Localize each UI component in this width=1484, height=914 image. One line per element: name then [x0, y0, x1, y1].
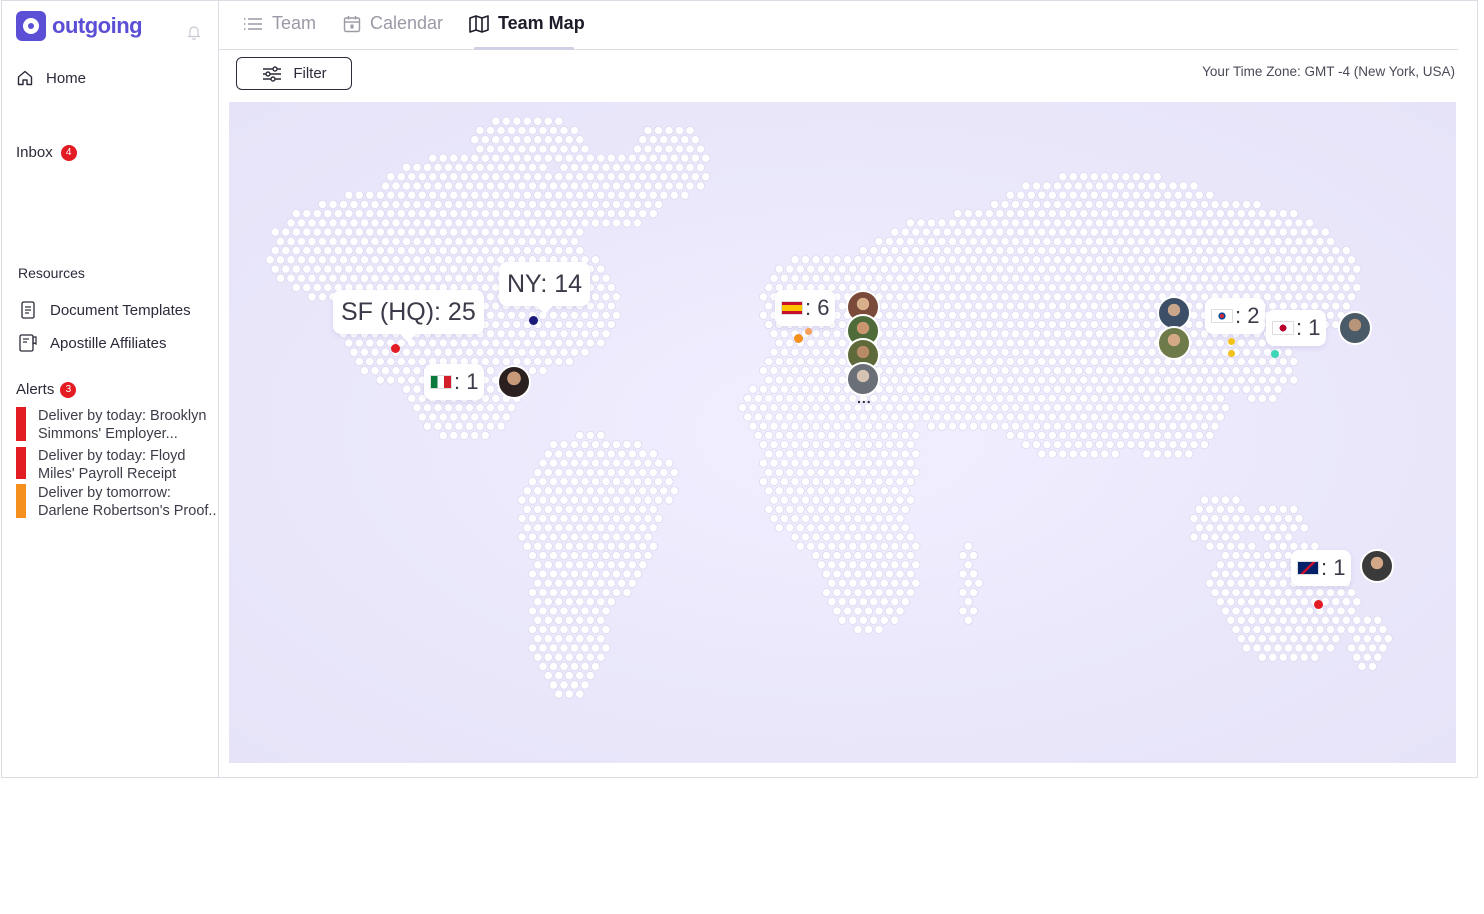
top-tabs: Team Calendar Team Map: [218, 1, 1458, 50]
location-pin-korea[interactable]: [1228, 338, 1235, 345]
alert-line1: Deliver by today: Floyd: [38, 448, 186, 464]
location-bubble-ny[interactable]: NY: 14: [499, 262, 591, 314]
location-bubble-south-korea[interactable]: : 2: [1205, 298, 1266, 334]
alerts-label: Alerts: [16, 381, 55, 398]
alert-severity-bar: [16, 484, 26, 518]
team-member-avatar[interactable]: [497, 365, 531, 399]
location-count: : 1: [1321, 555, 1346, 580]
location-bubble-spain[interactable]: : 6: [775, 290, 836, 326]
team-member-avatar[interactable]: [1157, 296, 1191, 330]
location-bubble-japan[interactable]: : 1: [1266, 310, 1327, 346]
active-tab-indicator: [474, 47, 574, 50]
nav-inbox-label: Inbox: [16, 144, 53, 161]
home-icon: [17, 70, 33, 86]
location-count: : 1: [454, 369, 479, 394]
tab-label: Team Map: [498, 13, 585, 33]
tab-label: Team: [272, 13, 317, 33]
resource-apostille-affiliates[interactable]: Apostille Affiliates: [18, 333, 166, 353]
alert-severity-bar: [16, 447, 26, 479]
nav-home-label: Home: [46, 69, 87, 87]
location-count: : 6: [805, 295, 830, 320]
alert-item[interactable]: Deliver by today: Brooklyn Simmons' Empl…: [16, 407, 216, 443]
alert-line2: Darlene Robertson's Proof...: [38, 503, 216, 519]
resources-title: Resources: [18, 265, 85, 281]
certificate-icon: [19, 334, 37, 352]
location-pin-spain-2[interactable]: [805, 328, 812, 335]
tab-label: Calendar: [370, 13, 444, 33]
location-pin-ny[interactable]: [529, 316, 538, 325]
tab-calendar[interactable]: Calendar: [342, 13, 443, 34]
alert-line1: Deliver by today: Brooklyn: [38, 408, 207, 424]
app-window: outgoing Home Inbox 4 Resources Document…: [1, 0, 1478, 778]
filter-label: Filter: [293, 65, 327, 82]
timezone-label: Your Time Zone: GMT -4 (New York, USA): [1202, 64, 1455, 79]
inbox-count-badge: 4: [60, 144, 77, 161]
location-pin-australia[interactable]: [1314, 600, 1323, 609]
resource-label: Document Templates: [50, 301, 191, 319]
nav-home[interactable]: Home: [16, 69, 86, 87]
japan-flag: [1272, 321, 1294, 335]
calendar-icon: [343, 15, 361, 32]
sidebar: outgoing Home Inbox 4 Resources Document…: [2, 1, 219, 777]
location-count: : 2: [1235, 303, 1260, 328]
location-pin-japan[interactable]: [1271, 350, 1279, 358]
alert-line2: Simmons' Employer...: [38, 426, 178, 442]
location-pin-spain[interactable]: [794, 334, 803, 343]
resource-label: Apostille Affiliates: [50, 334, 167, 352]
tab-team[interactable]: Team: [242, 13, 316, 34]
spain-flag: [781, 301, 803, 315]
alert-line2: Miles' Payroll Receipt: [38, 466, 177, 482]
alerts-count-badge: 3: [60, 381, 77, 398]
location-bubble-mexico[interactable]: : 1: [424, 364, 485, 400]
team-member-avatar[interactable]: [1157, 326, 1191, 360]
team-map[interactable]: SF (HQ): 25 NY: 14 : 1 : 6 ...: 2: 1:…: [229, 102, 1456, 763]
alert-text: Deliver by today: Floyd Miles' Payroll R…: [38, 447, 185, 483]
location-pin-sf[interactable]: [391, 344, 400, 353]
sliders-icon: [263, 65, 282, 82]
alert-text: Deliver by today: Brooklyn Simmons' Empl…: [38, 407, 206, 443]
alert-severity-bar: [16, 407, 26, 441]
location-label: SF (HQ): 25: [341, 297, 476, 326]
list-icon: [244, 17, 262, 30]
mexico-flag: [430, 375, 452, 389]
team-member-avatar[interactable]: [1338, 311, 1372, 345]
south-korea-flag: [1211, 309, 1233, 323]
more-members-indicator[interactable]: ...: [857, 390, 872, 406]
resource-document-templates[interactable]: Document Templates: [18, 300, 191, 320]
location-bubble-australia[interactable]: : 1: [1291, 550, 1352, 586]
team-member-avatar[interactable]: [1360, 549, 1394, 583]
bell-icon[interactable]: [186, 25, 202, 41]
alert-item[interactable]: Deliver by today: Floyd Miles' Payroll R…: [16, 447, 216, 483]
alerts-title: Alerts 3: [16, 381, 77, 398]
document-icon: [21, 301, 35, 319]
alert-item[interactable]: Deliver by tomorrow: Darlene Robertson's…: [16, 484, 216, 520]
world-map-hex-grid: [265, 116, 1393, 699]
australia-flag: [1297, 561, 1319, 575]
alert-text: Deliver by tomorrow: Darlene Robertson's…: [38, 484, 216, 520]
filter-button[interactable]: Filter: [236, 57, 352, 90]
location-label: NY: 14: [507, 269, 583, 298]
tab-team-map[interactable]: Team Map: [468, 13, 585, 34]
brand-logo[interactable]: outgoing: [16, 11, 143, 41]
logo-mark-icon: [16, 11, 46, 41]
brand-name: outgoing: [52, 13, 143, 38]
map-icon: [469, 14, 489, 33]
location-count: : 1: [1296, 315, 1321, 340]
nav-inbox[interactable]: Inbox 4: [16, 144, 77, 161]
alert-line1: Deliver by tomorrow:: [38, 485, 171, 501]
location-bubble-sf[interactable]: SF (HQ): 25: [333, 290, 484, 342]
location-pin-korea-2[interactable]: [1228, 350, 1235, 357]
